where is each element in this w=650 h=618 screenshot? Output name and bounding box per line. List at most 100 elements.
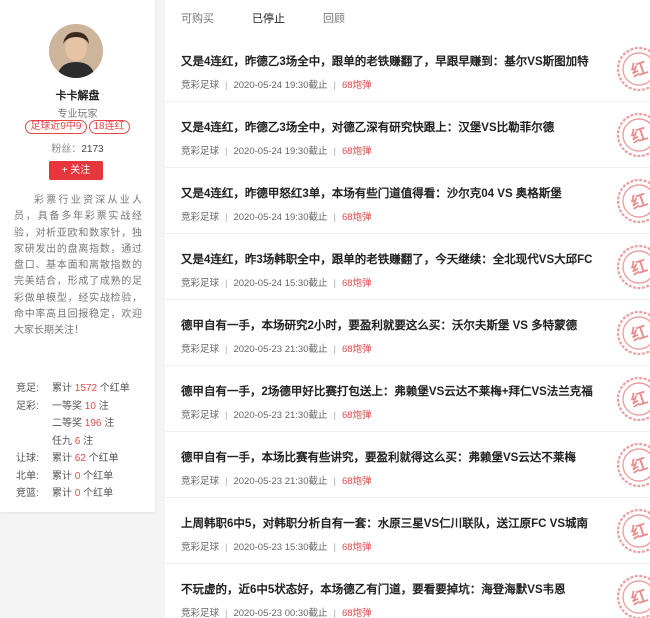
follow-button[interactable]: + 关注: [49, 161, 103, 180]
expert-profile-card: 卡卡解盘 专业玩家 足球近9中9 18连红 粉丝：2173 + 关注 彩票行业资…: [0, 0, 155, 512]
plan-price: 68炮弹: [341, 278, 372, 289]
stat-value: 62: [74, 453, 86, 464]
plan-deadline: 2020-05-24 19:30截止: [233, 146, 328, 157]
stat-prefix: 二等奖: [52, 418, 82, 429]
plan-category: 竞彩足球: [181, 146, 220, 157]
plan-category: 竞彩足球: [181, 278, 220, 289]
plan-meta: 竞彩足球 | 2020-05-24 15:30截止 | 68炮弹: [181, 275, 372, 289]
stat-label: 足彩:: [16, 400, 39, 412]
plan-title[interactable]: 又是4连红，昨德乙3场全中，跟单的老铁赚翻了，早跟早赚到：基尔VS斯图加特: [181, 53, 609, 69]
stat-suffix: 个红单: [83, 470, 114, 482]
stamp-text: 红: [629, 190, 650, 213]
plan-deadline: 2020-05-24 19:30截止: [233, 212, 328, 223]
meta-divider: |: [333, 410, 336, 421]
stat-row: 竞篮: 累计 0 个红单: [16, 485, 130, 503]
fans-value: 2173: [81, 144, 104, 155]
plan-deadline: 2020-05-23 21:30截止: [233, 344, 328, 355]
plan-title[interactable]: 德甲自有一手，本场研究2小时，要盈利就要这么买：沃尔夫斯堡 VS 多特蒙德: [181, 317, 609, 333]
meta-divider: |: [333, 476, 336, 487]
red-result-stamp-icon: 红: [616, 112, 650, 158]
plan-title[interactable]: 上周韩职6中5，对韩职分析自有一套：水原三星VS仁川联队，送江原FC VS城南: [181, 515, 609, 531]
plan-title[interactable]: 不玩虚的，近6中5状态好，本场德乙有门道，要看要掉坑：海登海默VS韦恩: [181, 581, 609, 597]
plan-title[interactable]: 又是4连红，昨3场韩职全中，跟单的老铁赚翻了，今天继续：全北现代VS大邱FC: [181, 251, 609, 267]
stat-row: 北单: 累计 0 个红单: [16, 468, 130, 486]
red-result-stamp-icon: 红: [616, 310, 650, 356]
plan-meta: 竞彩足球 | 2020-05-24 19:30截止 | 68炮弹: [181, 143, 372, 157]
expert-role: 专业玩家: [57, 109, 98, 120]
plan-deadline: 2020-05-24 19:30截止: [233, 80, 328, 91]
meta-divider: |: [225, 608, 228, 618]
plan-deadline: 2020-05-23 00:30截止: [233, 608, 328, 618]
plan-title[interactable]: 德甲自有一手，2场德甲好比赛打包送上：弗赖堡VS云达不莱梅+拜仁VS法兰克福: [181, 383, 609, 399]
plan-meta: 竞彩足球 | 2020-05-23 15:30截止 | 68炮弹: [181, 539, 372, 553]
stat-suffix: 注: [98, 400, 109, 412]
plan-price: 68炮弹: [341, 212, 372, 223]
plan-category: 竞彩足球: [181, 344, 220, 355]
stat-prefix: 一等奖: [52, 400, 82, 412]
plan-category: 竞彩足球: [181, 476, 220, 487]
stat-row: 足彩: 一等奖 10 注: [16, 398, 130, 416]
plan-deadline: 2020-05-23 21:30截止: [233, 410, 328, 421]
meta-divider: |: [333, 344, 336, 355]
red-result-stamp-icon: 红: [616, 376, 650, 422]
tab-review[interactable]: 回顾: [323, 10, 345, 26]
plan-price: 68炮弹: [341, 410, 372, 421]
plan-item[interactable]: 不玩虚的，近6中5状态好，本场德乙有门道，要看要掉坑：海登海默VS韦恩竞彩足球 |…: [165, 564, 650, 618]
plan-title[interactable]: 又是4连红，昨德甲怒红3单，本场有些门道值得看：沙尔克04 VS 奥格斯堡: [181, 185, 609, 201]
stamp-text: 红: [629, 322, 650, 345]
stat-value: 0: [74, 470, 81, 482]
stat-label: 北单:: [16, 470, 39, 482]
stamp-text: 红: [629, 58, 650, 81]
red-result-stamp-icon: 红: [616, 178, 650, 224]
plan-item[interactable]: 又是4连红，昨德甲怒红3单，本场有些门道值得看：沙尔克04 VS 奥格斯堡竞彩足…: [165, 168, 650, 234]
stamp-text: 红: [629, 454, 650, 477]
plan-item[interactable]: 德甲自有一手，本场研究2小时，要盈利就要这么买：沃尔夫斯堡 VS 多特蒙德竞彩足…: [165, 300, 650, 366]
meta-divider: |: [225, 212, 228, 223]
stat-suffix: 注: [83, 435, 94, 447]
meta-divider: |: [225, 542, 228, 553]
stat-prefix: 累计: [52, 383, 72, 394]
stat-value: 196: [84, 418, 102, 429]
plan-item[interactable]: 又是4连红，昨德乙3场全中，跟单的老铁赚翻了，早跟早赚到：基尔VS斯图加特 竞彩足…: [165, 36, 650, 102]
stat-row: 任九 6 注: [16, 433, 130, 451]
plan-deadline: 2020-05-23 21:30截止: [233, 476, 328, 487]
stat-value: 1572: [74, 383, 98, 394]
plan-price: 68炮弹: [341, 476, 372, 487]
meta-divider: |: [225, 80, 228, 91]
stat-row: 让球: 累计 62 个红单: [16, 450, 130, 468]
plan-meta: 竞彩足球 | 2020-05-23 21:30截止 | 68炮弹: [181, 473, 372, 487]
red-result-stamp-icon: 红: [616, 244, 650, 290]
plan-list: 又是4连红，昨德乙3场全中，跟单的老铁赚翻了，早跟早赚到：基尔VS斯图加特 竞彩足…: [165, 36, 650, 618]
plan-category: 竞彩足球: [181, 608, 220, 618]
plan-meta: 竞彩足球 | 2020-05-23 00:30截止 | 68炮弹: [181, 605, 372, 618]
meta-divider: |: [333, 608, 336, 618]
stamp-text: 红: [629, 520, 650, 543]
plan-item[interactable]: 又是4连红，昨3场韩职全中，跟单的老铁赚翻了，今天继续：全北现代VS大邱FC 竞彩…: [165, 234, 650, 300]
plan-price: 68炮弹: [341, 608, 372, 618]
plan-item[interactable]: 上周韩职6中5，对韩职分析自有一套：水原三星VS仁川联队，送江原FC VS城南竞…: [165, 498, 650, 564]
plan-price: 68炮弹: [341, 542, 372, 553]
plan-tabs: 可购买 已停止 回顾: [165, 0, 650, 36]
meta-divider: |: [225, 410, 228, 421]
stat-label: 竞篮:: [16, 488, 39, 499]
plan-category: 竞彩足球: [181, 212, 220, 223]
streak-badge: 足球近9中9: [25, 120, 87, 134]
plan-item[interactable]: 德甲自有一手，2场德甲好比赛打包送上：弗赖堡VS云达不莱梅+拜仁VS法兰克福 竞彩…: [165, 366, 650, 432]
plan-title[interactable]: 德甲自有一手，本场比赛有些讲究，要盈利就得这么买：弗赖堡VS云达不莱梅: [181, 449, 609, 465]
plan-meta: 竞彩足球 | 2020-05-23 21:30截止 | 68炮弹: [181, 341, 372, 355]
plan-meta: 竞彩足球 | 2020-05-24 19:30截止 | 68炮弹: [181, 77, 372, 91]
tab-available[interactable]: 可购买: [181, 10, 214, 26]
plan-item[interactable]: 又是4连红，昨德乙3场全中，对德乙深有研究快跟上：汉堡VS比勒菲尔德竞彩足球 | 2…: [165, 102, 650, 168]
plan-item[interactable]: 德甲自有一手，本场比赛有些讲究，要盈利就得这么买：弗赖堡VS云达不莱梅竞彩足球 |…: [165, 432, 650, 498]
plan-title[interactable]: 又是4连红，昨德乙3场全中，对德乙深有研究快跟上：汉堡VS比勒菲尔德: [181, 119, 609, 135]
meta-divider: |: [333, 542, 336, 553]
plan-deadline: 2020-05-24 15:30截止: [233, 278, 328, 289]
meta-divider: |: [333, 80, 336, 91]
tab-stopped[interactable]: 已停止: [252, 10, 285, 26]
stat-row: 二等奖 196 注: [16, 415, 130, 433]
plan-price: 68炮弹: [341, 146, 372, 157]
stat-prefix: 累计: [52, 488, 72, 499]
meta-divider: |: [333, 146, 336, 157]
avatar[interactable]: [49, 24, 103, 78]
expert-bio: 彩票行业资深从业人员，具备多年彩票实战经验，对析亚欧和数家针，独家研发出的盘离指…: [14, 195, 142, 337]
